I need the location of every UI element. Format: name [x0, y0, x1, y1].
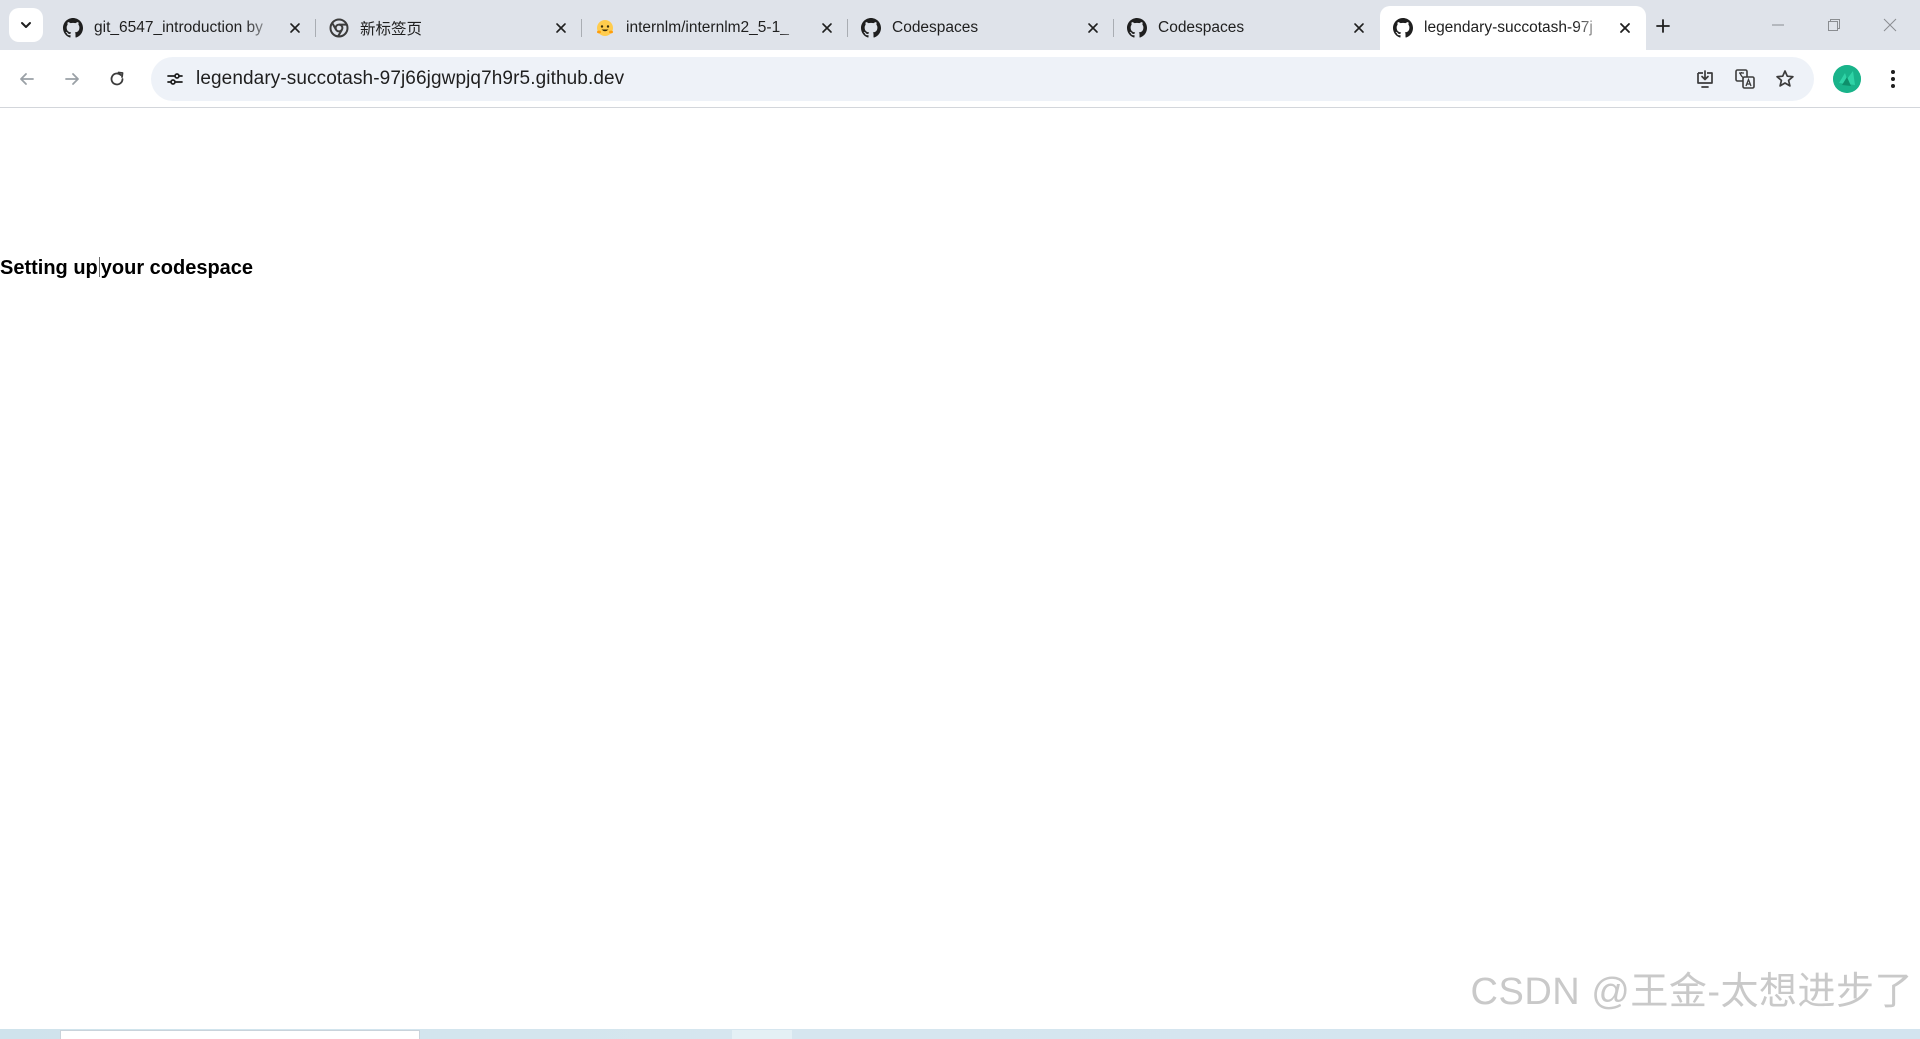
plus-icon [1656, 19, 1670, 33]
close-icon[interactable] [1348, 17, 1370, 39]
close-window-button[interactable] [1862, 0, 1918, 50]
tab-title: 新标签页 [360, 21, 423, 38]
restore-icon [1828, 19, 1840, 31]
forward-button[interactable] [55, 62, 89, 96]
tab-git-introduction[interactable]: git_6547_introduction by [50, 6, 316, 50]
chrome-icon [329, 18, 349, 38]
star-icon [1776, 70, 1794, 87]
tab-title: Codespaces [1158, 19, 1245, 36]
bookmark-button[interactable] [1771, 65, 1799, 93]
browser-toolbar: legendary-succotash-97j66jgwpjq7h9r5.git… [0, 50, 1920, 108]
tab-new-tab-page[interactable]: 新标签页 [316, 6, 582, 50]
loading-status-part-2: your codespace [100, 257, 254, 279]
tune-icon [167, 73, 183, 85]
install-app-button[interactable] [1691, 65, 1719, 93]
loading-status-part-1: Setting up [0, 257, 98, 279]
more-vertical-icon [1891, 70, 1895, 88]
taskbar-window-preview [60, 1030, 420, 1039]
github-icon [861, 18, 881, 38]
tab-legendary-succotash[interactable]: legendary-succotash-97j [1380, 6, 1646, 50]
watermark: CSDN @王金-太想进步了 [1470, 971, 1913, 1013]
github-icon [63, 18, 83, 38]
tab-title: legendary-succotash-97j [1424, 19, 1593, 36]
tab-codespaces-1[interactable]: Codespaces [848, 6, 1114, 50]
reload-icon [110, 71, 124, 86]
tab-title: Codespaces [892, 19, 979, 36]
close-icon[interactable] [1082, 17, 1104, 39]
arrow-left-icon [20, 73, 34, 85]
translate-icon [1735, 69, 1755, 89]
tab-internlm-model[interactable]: internlm/internlm2_5-1_ [582, 6, 848, 50]
github-icon [1127, 18, 1147, 38]
minimize-icon [1772, 24, 1784, 26]
close-icon[interactable] [1614, 17, 1636, 39]
loading-status: Setting up your codespace [0, 257, 253, 280]
avatar-icon [1833, 65, 1861, 93]
tab-codespaces-2[interactable]: Codespaces [1114, 6, 1380, 50]
url-text[interactable]: legendary-succotash-97j66jgwpjq7h9r5.git… [196, 68, 624, 90]
close-icon[interactable] [284, 17, 306, 39]
taskbar-item [732, 1030, 792, 1039]
site-info-button[interactable] [159, 63, 191, 95]
translate-button[interactable] [1731, 65, 1759, 93]
address-bar[interactable]: legendary-succotash-97j66jgwpjq7h9r5.git… [151, 57, 1814, 101]
back-button[interactable] [10, 62, 44, 96]
close-icon [1883, 18, 1897, 32]
install-icon [1697, 70, 1713, 88]
minimize-button[interactable] [1750, 0, 1806, 50]
reload-button[interactable] [100, 62, 134, 96]
profile-avatar[interactable] [1833, 65, 1861, 93]
page-content: Setting up your codespace CSDN @王金-太想进步了 [0, 109, 1920, 1029]
tab-list: git_6547_introduction by 新标签页 internlm/i… [50, 6, 1646, 50]
arrow-right-icon [65, 73, 79, 85]
new-tab-button[interactable] [1648, 11, 1678, 41]
github-icon [1393, 18, 1413, 38]
huggingface-icon [595, 18, 615, 38]
text-caret [98, 257, 100, 277]
tab-strip: git_6547_introduction by 新标签页 internlm/i… [0, 0, 1920, 50]
restore-button[interactable] [1806, 0, 1862, 50]
tab-search-button[interactable] [9, 8, 43, 42]
browser-menu-button[interactable] [1878, 64, 1908, 94]
tab-title: internlm/internlm2_5-1_ [626, 19, 789, 36]
close-icon[interactable] [550, 17, 572, 39]
close-icon[interactable] [816, 17, 838, 39]
tab-title: git_6547_introduction by [94, 19, 263, 36]
chevron-down-icon [21, 22, 31, 28]
